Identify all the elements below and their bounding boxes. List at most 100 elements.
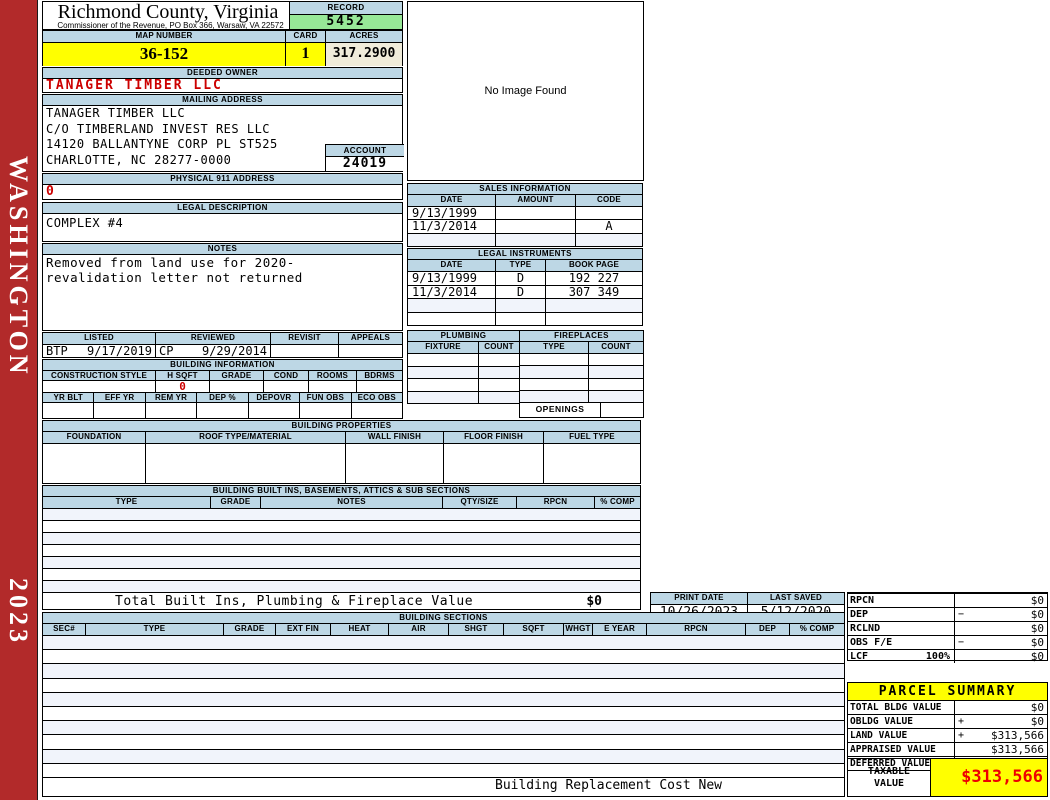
deeded-owner-value: TANAGER TIMBER LLC — [46, 78, 223, 93]
building-value-summary: BUILDING VALUE SUMMARY RPCN $0 DEP −$0 R… — [847, 592, 1048, 663]
summary-row: LAND VALUE + $313,566 — [848, 729, 1047, 743]
empty-row — [520, 390, 643, 403]
empty-row — [408, 233, 642, 246]
building-properties-title: BUILDING PROPERTIES — [43, 421, 640, 432]
rem-yr-value — [146, 403, 198, 418]
summary-row: RPCN $0 — [848, 594, 1047, 608]
fun-obs-value — [300, 403, 352, 418]
sales-row: 11/3/2014 A — [408, 220, 642, 234]
bdrms-value — [357, 381, 402, 392]
physical-address-section: PHYSICAL 911 ADDRESS 0 — [42, 173, 403, 200]
roof-value — [146, 444, 346, 483]
col-header: TYPE — [86, 624, 224, 635]
built-ins-total-row: Total Built Ins, Plumbing & Fireplace Va… — [43, 593, 640, 609]
empty-row — [408, 312, 642, 325]
reviewed-label: REVIEWED — [156, 333, 271, 344]
col-header: TYPE — [496, 260, 546, 271]
notes-label: NOTES — [43, 244, 402, 255]
property-image-panel: No Image Found — [407, 1, 644, 181]
row-label: RPCN — [850, 595, 875, 606]
card-label: CARD — [286, 31, 326, 42]
col-header: AMOUNT — [496, 195, 576, 206]
col-header: SEC# — [43, 624, 86, 635]
empty-row — [43, 650, 844, 665]
print-date-label: PRINT DATE — [651, 593, 748, 604]
foundation-value — [43, 444, 146, 483]
instrument-date: 11/3/2014 — [408, 285, 496, 298]
empty-row — [408, 391, 519, 403]
mailing-address-label: MAILING ADDRESS — [43, 95, 402, 106]
row-value: $0 — [1030, 715, 1044, 728]
legal-description-value: COMPLEX #4 — [46, 216, 124, 230]
col-header: COUNT — [484, 342, 514, 351]
col-header: % COMP — [600, 497, 635, 506]
row-value: $0 — [1030, 594, 1044, 607]
instrument-type: D — [496, 272, 546, 285]
mailing-line: C/O TIMBERLAND INVEST RES LLC — [46, 121, 271, 136]
fireplaces-title: FIREPLACES — [520, 331, 643, 342]
visit-history-table: LISTED REVIEWED REVISIT APPEALS BTP 9/17… — [42, 332, 403, 358]
construction-style-value — [43, 381, 156, 392]
depovr-value — [249, 403, 301, 418]
record-box: RECORD 5452 — [289, 2, 402, 29]
empty-row — [408, 366, 519, 379]
col-header: GRADE — [211, 497, 261, 508]
col-header: RPCN — [517, 497, 595, 508]
summary-row: OBS F/E − $0 — [848, 636, 1047, 650]
physical-address-label: PHYSICAL 911 ADDRESS — [43, 174, 402, 185]
summary-row: DEP − $0 — [848, 608, 1047, 622]
building-information-title: BUILDING INFORMATION — [43, 360, 402, 371]
sale-amount — [496, 220, 576, 233]
acres-value: 317.2900 — [326, 43, 402, 66]
page-subtitle: Commissioner of the Revenue, PO Box 366,… — [57, 21, 284, 30]
legal-description-section: LEGAL DESCRIPTION COMPLEX #4 — [42, 202, 403, 242]
row-value: $313,566 — [991, 743, 1044, 756]
empty-row — [408, 379, 519, 392]
empty-row — [43, 707, 844, 722]
instrument-book-page: 192 227 — [568, 272, 620, 285]
acres-label: ACRES — [349, 31, 379, 40]
reviewed-by: CP — [159, 345, 174, 358]
account-box: ACCOUNT 24019 — [325, 144, 404, 171]
map-number-label: MAP NUMBER — [43, 31, 286, 42]
sales-row: 9/13/1999 — [408, 207, 642, 221]
notes-line: Removed from land use for 2020- — [46, 255, 295, 270]
empty-row — [43, 735, 844, 750]
col-header: TYPE — [520, 342, 589, 353]
plumbing-table: PLUMBING FIXTURE COUNT — [407, 330, 520, 404]
mailing-line: TANAGER TIMBER LLC — [46, 106, 186, 120]
eco-obs-value — [352, 403, 402, 418]
instrument-type: D — [496, 285, 546, 298]
sales-information-title: SALES INFORMATION — [408, 184, 642, 195]
col-header: GRADE — [224, 624, 276, 635]
col-header: ROOF TYPE/MATERIAL — [146, 432, 346, 443]
col-header: COUNT — [601, 342, 631, 351]
col-header: CONSTRUCTION STYLE — [43, 371, 156, 381]
notes-section: NOTES Removed from land use for 2020- re… — [42, 243, 403, 331]
h-sqft-value: 0 — [156, 381, 210, 392]
tax-year-vertical-label: 2023 — [4, 578, 33, 646]
empty-row — [43, 664, 844, 679]
account-value: 24019 — [342, 156, 388, 171]
openings-label: OPENINGS — [520, 403, 601, 417]
col-header: HEAT — [331, 624, 389, 635]
col-header: H SQFT — [156, 371, 210, 381]
col-header: FLOOR FINISH — [444, 432, 544, 443]
empty-row — [43, 533, 640, 545]
empty-row — [43, 679, 844, 693]
summary-row: OBLDG VALUE + $0 — [848, 715, 1047, 729]
legal-instruments-title: LEGAL INSTRUMENTS — [408, 249, 642, 260]
legal-description-label: LEGAL DESCRIPTION — [43, 203, 402, 214]
built-ins-table: BUILDING BUILT INS, BASEMENTS, ATTICS & … — [42, 485, 641, 610]
col-header: CODE — [597, 195, 621, 204]
row-value: $0 — [1030, 608, 1044, 621]
empty-row — [43, 557, 640, 569]
physical-address-value: 0 — [46, 184, 54, 199]
row-value: $0 — [1030, 636, 1044, 649]
summary-row: TOTAL BLDG VALUE $0 — [848, 701, 1047, 715]
row-value: $0 — [1030, 622, 1044, 635]
last-saved-label: LAST SAVED — [769, 593, 823, 602]
col-header: DEPOVR — [249, 393, 301, 403]
col-header: REM YR — [146, 393, 198, 403]
row-value: $0 — [1030, 650, 1044, 663]
